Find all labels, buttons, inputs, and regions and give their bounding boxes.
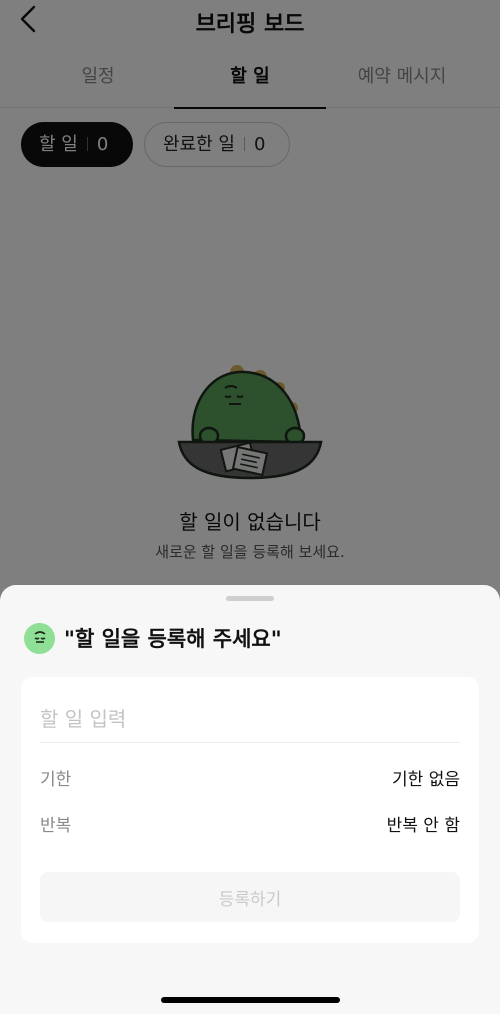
- todo-input[interactable]: [40, 695, 460, 743]
- due-date-row[interactable]: 기한 기한 없음: [40, 765, 460, 795]
- add-todo-bottom-sheet: "할 일을 등록해 주세요" 기한 기한 없음 반복 반복 안 함 등록하기: [0, 585, 500, 1014]
- repeat-row[interactable]: 반복 반복 안 함: [40, 811, 460, 841]
- todo-form-card: 기한 기한 없음 반복 반복 안 함 등록하기: [21, 677, 479, 943]
- screen: 브리핑 보드 일정 할 일 예약 메시지 할 일0 완료한 일0: [0, 0, 500, 1014]
- repeat-label: 반복: [40, 816, 72, 836]
- sheet-header: "할 일을 등록해 주세요": [24, 622, 282, 654]
- home-indicator: [161, 997, 340, 1003]
- dino-face-icon: [34, 631, 45, 643]
- due-date-label: 기한: [40, 770, 72, 790]
- avatar: [24, 622, 55, 654]
- sheet-drag-handle[interactable]: [226, 596, 274, 601]
- sheet-title: "할 일을 등록해 주세요": [64, 627, 282, 651]
- due-date-value: 기한 없음: [392, 770, 460, 790]
- register-button[interactable]: 등록하기: [40, 872, 460, 922]
- repeat-value: 반복 안 함: [386, 816, 460, 836]
